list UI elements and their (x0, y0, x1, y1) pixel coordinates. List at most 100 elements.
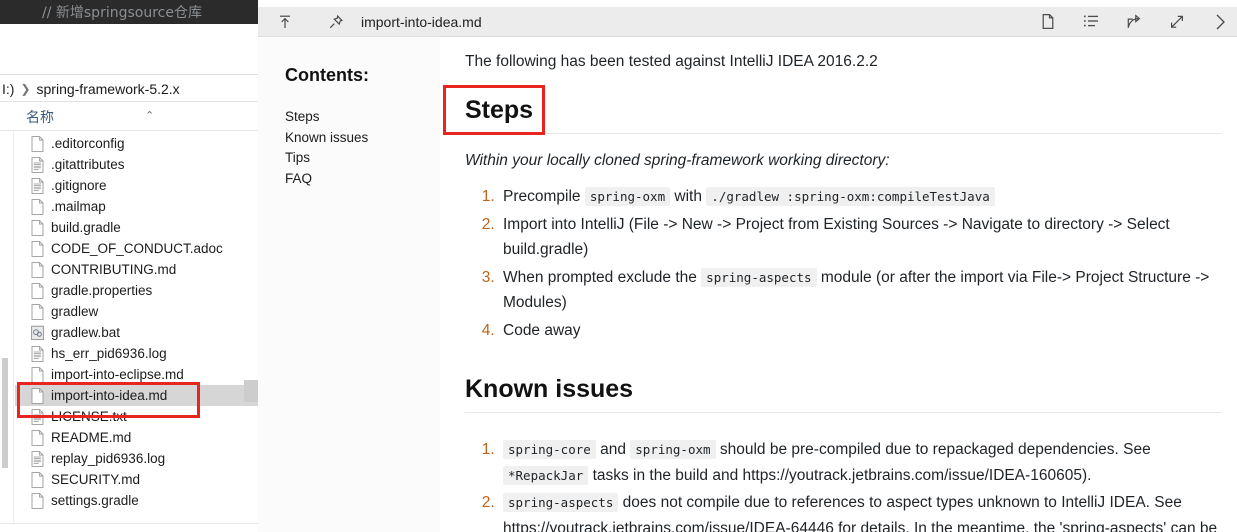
file-name-label: README.md (51, 430, 132, 445)
inline-code: spring-aspects (701, 267, 817, 287)
address-drive[interactable]: I:) (2, 81, 14, 97)
blank-file-icon (31, 240, 44, 257)
document-content: The following has been tested against In… (441, 38, 1237, 532)
explorer-status-bar (0, 523, 258, 532)
sort-ascending-icon: ⌃ (145, 110, 155, 122)
file-name-label: .editorconfig (51, 136, 125, 151)
file-list-item[interactable]: gradlew (15, 301, 258, 322)
file-list[interactable]: .editorconfig .gitattributes .gitignore .ma… (15, 133, 258, 523)
file-name-label: gradlew.bat (51, 325, 121, 340)
bat-file-icon (31, 325, 44, 341)
file-list-item[interactable]: .mailmap (15, 196, 258, 217)
file-list-item[interactable]: replay_pid6936.log (15, 448, 258, 469)
blank-file-icon (31, 219, 44, 236)
viewer-toolbar-actions (1037, 11, 1237, 33)
file-list-item[interactable]: .gitignore (15, 175, 258, 196)
section-lead-text: Within your locally cloned spring-framew… (465, 152, 890, 169)
text-file-icon (31, 345, 44, 362)
share-icon[interactable] (1123, 11, 1145, 33)
doc-intro-paragraph: The following has been tested against In… (465, 53, 878, 70)
address-bar[interactable]: I:) ❯ spring-framework-5.2.x (0, 74, 258, 102)
file-name-label: settings.gradle (51, 493, 139, 508)
blank-file-icon (31, 135, 44, 152)
file-name-label: CONTRIBUTING.md (51, 262, 177, 277)
ide-editor-tab-text: // 新增springsource仓库 (42, 5, 202, 21)
file-name-label: .gitignore (51, 178, 107, 193)
file-list-item[interactable]: import-into-idea.md (15, 385, 258, 406)
text-run: should be pre-compiled due to repackaged… (715, 441, 1151, 458)
inline-code: spring-oxm (584, 187, 671, 206)
markdown-viewer-window: import-into-idea.md Contents: Steps Know… (258, 0, 1237, 532)
blank-file-icon (31, 366, 44, 383)
blank-file-icon (31, 471, 44, 488)
file-name-label: SECURITY.md (51, 472, 141, 487)
inline-code: *RepackJar (503, 465, 589, 485)
file-list-item[interactable]: settings.gradle (15, 490, 258, 511)
expand-arrows-icon[interactable] (1166, 11, 1188, 33)
toc-link-faq[interactable]: FAQ (285, 169, 440, 190)
inline-code: spring-aspects (503, 493, 619, 512)
text-run: Import into IntelliJ (File -> New -> Pro… (503, 215, 1170, 259)
file-name-label: CODE_OF_CONDUCT.adoc (51, 241, 223, 256)
ordered-list: Precompile spring-oxm with ./gradlew :sp… (465, 184, 1237, 343)
text-file-icon (31, 156, 44, 173)
toc-link-known-issues[interactable]: Known issues (285, 128, 440, 149)
file-list-item[interactable]: LICENSE.txt (15, 406, 258, 427)
table-of-contents[interactable]: Steps Known issues Tips FAQ (285, 107, 440, 189)
file-name-label: gradlew (51, 304, 99, 319)
viewer-file-title: import-into-idea.md (361, 13, 482, 30)
chevron-right-icon[interactable] (1209, 11, 1231, 33)
screen-root: at org.springframework.build.BuildConven… (0, 0, 1237, 532)
text-run: and (595, 441, 631, 458)
ide-editor-tab-label: // 新增springsource仓库 (0, 0, 258, 24)
file-list-item[interactable]: CONTRIBUTING.md (15, 259, 258, 280)
text-run: Code away (503, 321, 581, 339)
toc-link-steps[interactable]: Steps (285, 107, 440, 128)
explorer-vertical-scrollbar-thumb[interactable] (244, 380, 258, 402)
file-list-item[interactable]: hs_err_pid6936.log (15, 343, 258, 364)
file-list-item[interactable]: gradle.properties (15, 280, 258, 301)
toc-link-tips[interactable]: Tips (285, 148, 440, 169)
viewer-toolbar: import-into-idea.md (258, 7, 1237, 37)
blank-file-icon (31, 303, 44, 320)
blank-file-icon (31, 198, 44, 215)
contents-title: Contents: (285, 65, 369, 85)
list-item: Code away (499, 318, 1237, 344)
file-list-item[interactable]: CODE_OF_CONDUCT.adoc (15, 238, 258, 259)
text-file-icon (31, 450, 44, 467)
file-list-column-header[interactable]: 名称 ⌃ (0, 103, 258, 131)
text-run: When prompted exclude the (503, 268, 702, 286)
text-run: Precompile (503, 188, 585, 205)
new-file-icon[interactable] (1037, 11, 1059, 33)
file-name-label: import-into-idea.md (51, 388, 168, 403)
pin-icon[interactable] (325, 11, 347, 33)
file-list-item[interactable]: .gitattributes (15, 154, 258, 175)
nav-scroll-thumb[interactable] (2, 358, 8, 468)
file-name-label: hs_err_pid6936.log (51, 346, 167, 361)
file-list-item[interactable]: README.md (15, 427, 258, 448)
document-pane: The following has been tested against In… (440, 38, 1237, 532)
list-item: spring-core and spring-oxm should be pre… (499, 437, 1237, 488)
column-header-name[interactable]: 名称 (26, 107, 54, 127)
file-list-item[interactable]: .editorconfig (15, 133, 258, 154)
list-item: When prompted exclude the spring-aspects… (499, 265, 1237, 316)
file-list-item[interactable]: import-into-eclipse.md (15, 364, 258, 385)
file-name-label: gradle.properties (51, 283, 153, 298)
text-file-icon (31, 177, 44, 194)
file-name-label: replay_pid6936.log (51, 451, 166, 466)
file-list-item[interactable]: SECURITY.md (15, 469, 258, 490)
section-heading: Steps (465, 96, 1221, 134)
file-list-item[interactable]: gradlew.bat (15, 322, 258, 343)
list-item: Import into IntelliJ (File -> New -> Pro… (499, 212, 1237, 263)
file-explorer-window: // 新增springsource仓库 I:) ❯ spring-framewo… (0, 0, 258, 532)
inline-code: spring-core (503, 440, 596, 459)
blank-file-icon (31, 429, 44, 446)
outline-list-icon[interactable] (1080, 11, 1102, 33)
text-run: with (670, 188, 707, 205)
file-list-item[interactable]: build.gradle (15, 217, 258, 238)
viewer-body: Contents: Steps Known issues Tips FAQ The f… (258, 38, 1237, 532)
pop-out-icon[interactable] (274, 11, 296, 33)
address-folder[interactable]: spring-framework-5.2.x (37, 81, 180, 97)
blank-file-icon (31, 387, 44, 404)
